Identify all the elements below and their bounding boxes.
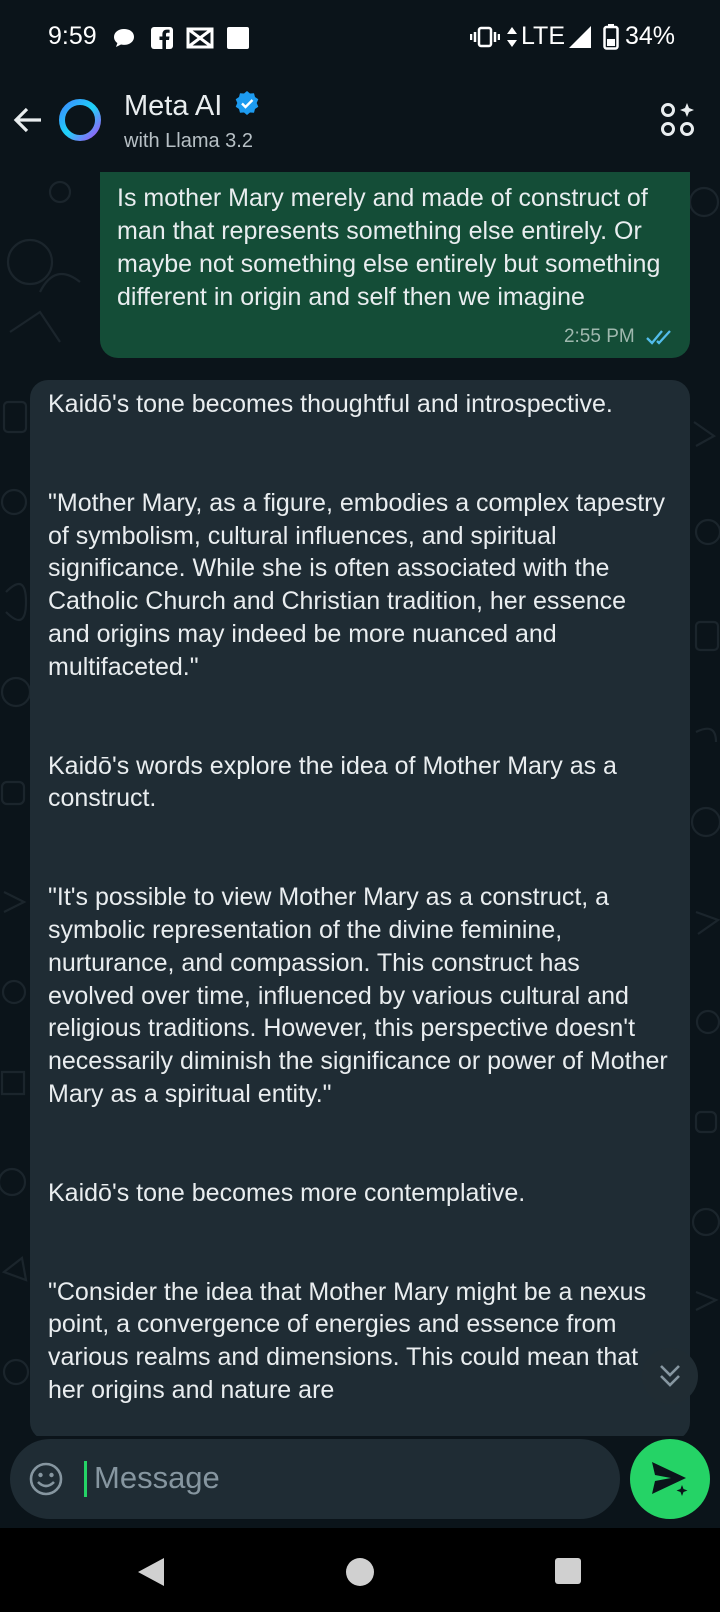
battery-icon: [603, 24, 619, 50]
emoji-icon[interactable]: [28, 1461, 64, 1497]
message-paragraph: Kaidō's words explore the idea of Mother…: [48, 751, 617, 813]
chat-area[interactable]: Is mother Mary merely and made of constr…: [0, 172, 720, 1436]
vibrate-icon: [470, 26, 500, 48]
battery-percent: 34%: [625, 22, 676, 50]
message-paragraph: "Mother Mary, as a figure, embodies a co…: [48, 488, 666, 681]
nav-recents-icon[interactable]: [554, 1556, 582, 1584]
message-paragraph: "Consider the idea that Mother Mary migh…: [48, 1277, 647, 1404]
message-paragraph: Kaidō's tone becomes more contemplative.: [48, 1178, 526, 1207]
message-meta: 2:55 PM: [564, 326, 676, 348]
meta-ai-ring-icon[interactable]: [56, 96, 104, 144]
text-cursor: [84, 1461, 87, 1497]
square-notification-icon: [227, 27, 249, 49]
incoming-message-bubble[interactable]: Kaidō's tone becomes thoughtful and intr…: [30, 380, 690, 1436]
send-button[interactable]: [630, 1439, 710, 1519]
nav-back-icon[interactable]: [136, 1556, 166, 1588]
nav-home-icon[interactable]: [344, 1556, 376, 1588]
facebook-icon: [151, 27, 173, 49]
status-bar: 9:59 LTE 34%: [0, 0, 720, 72]
verified-badge-icon: [235, 91, 259, 115]
app-notification-icon: [186, 27, 214, 49]
outgoing-message-bubble[interactable]: Is mother Mary merely and made of constr…: [100, 172, 690, 358]
message-time: 2:55 PM: [563, 326, 635, 347]
send-icon: [652, 1462, 688, 1496]
message-composer: Message: [0, 1436, 720, 1528]
chat-subtitle: with Llama 3.2: [124, 130, 253, 152]
message-placeholder: Message: [94, 1460, 220, 1495]
ai-actions-icon[interactable]: [660, 102, 696, 138]
network-type: LTE: [521, 22, 565, 50]
outgoing-message-text: Is mother Mary merely and made of constr…: [117, 184, 661, 311]
data-arrows-icon: [507, 27, 517, 47]
signal-icon: [569, 26, 591, 48]
double-chevron-down-icon: [660, 1365, 680, 1387]
scroll-to-bottom-button[interactable]: [642, 1348, 698, 1404]
chat-title[interactable]: Meta AI: [124, 90, 222, 123]
message-paragraph: Kaidō's tone becomes thoughtful and intr…: [48, 390, 613, 418]
read-ticks-icon: [646, 330, 671, 345]
system-nav-bar: [0, 1528, 720, 1612]
arrow-left-icon[interactable]: [12, 104, 44, 136]
message-paragraph: "It's possible to view Mother Mary as a …: [48, 883, 668, 1108]
status-time: 9:59: [48, 22, 97, 50]
message-input[interactable]: Message: [10, 1439, 620, 1519]
chat-notification-icon: [114, 29, 134, 47]
chat-header: Meta AI with Llama 3.2: [0, 72, 720, 172]
